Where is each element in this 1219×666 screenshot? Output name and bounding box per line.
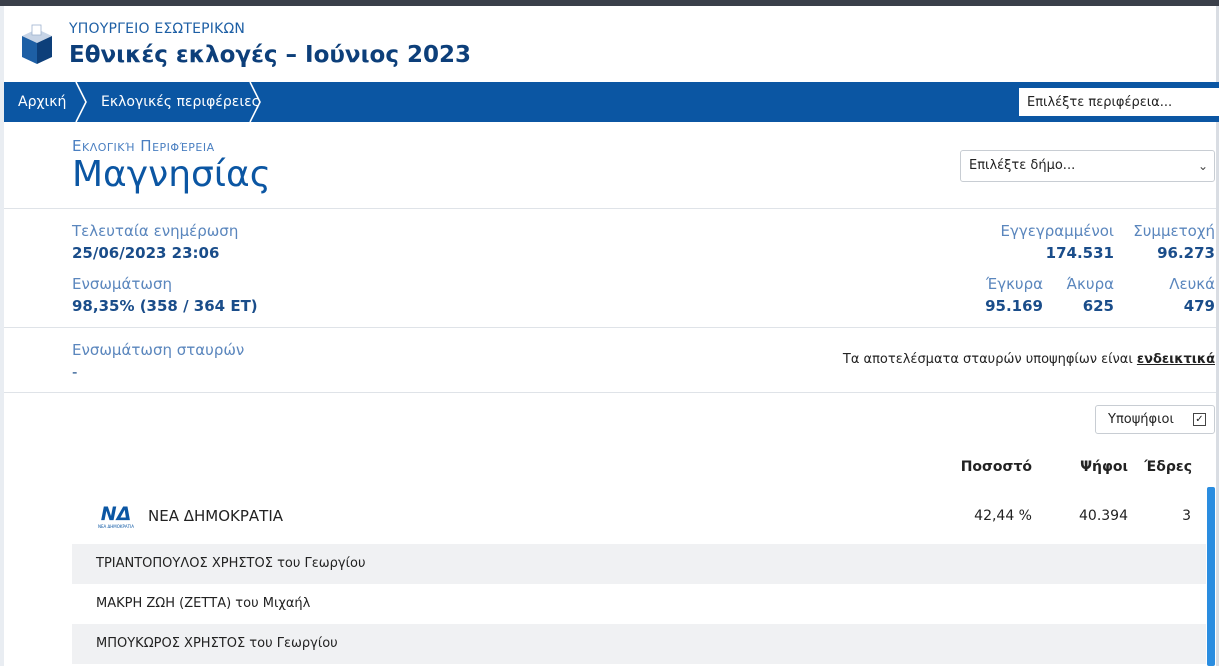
breadcrumb-regions[interactable]: Εκλογικές περιφέρειες	[101, 82, 260, 122]
divider	[4, 392, 1216, 393]
party-percent: 42,44 %	[974, 508, 1032, 524]
preferences-disclaimer: Τα αποτελέσματα σταυρών υποψηφίων είναι …	[843, 352, 1215, 367]
integration-value: 98,35% (358 / 364 ΕΤ)	[72, 297, 258, 315]
candidate-row[interactable]: ΜΠΟΥΚΩΡΟΣ ΧΡΗΣΤΟΣ του Γεωργίου	[72, 624, 1206, 664]
registered-value: 174.531	[1045, 244, 1114, 262]
site-header: ΥΠΟΥΡΓΕΙΟ ΕΣΩΤΕΡΙΚΩΝ Εθνικές εκλογές – Ι…	[4, 6, 1216, 82]
party-logo-text: ΝΔ	[101, 503, 132, 525]
party-logo-subtext: ΝΕΑ ΔΗΜΟΚΡΑΤΙΑ	[98, 524, 134, 529]
candidates-toggle-label: Υποψήφιοι	[1108, 412, 1174, 427]
breadcrumb-home[interactable]: Αρχική	[18, 82, 66, 122]
ballot-box-icon[interactable]	[20, 24, 54, 66]
integration-label: Ενσωμάτωση	[72, 275, 172, 293]
party-row[interactable]: ΝΔ ΝΕΑ ΔΗΜΟΚΡΑΤΙΑ ΝΕΑ ΔΗΜΟΚΡΑΤΙΑ 42,44 %…	[72, 493, 1206, 543]
preferences-value: -	[72, 363, 78, 381]
registered-label: Εγγεγραμμένοι	[1000, 222, 1114, 240]
candidates-toggle[interactable]: Υποψήφιοι ✓	[1095, 405, 1215, 434]
valid-label: Έγκυρα	[986, 275, 1043, 293]
scrollbar[interactable]	[1207, 487, 1215, 666]
last-update-label: Τελευταία ενημέρωση	[72, 222, 239, 240]
chevron-down-icon: ⌄	[1197, 159, 1208, 173]
party-seats: 3	[1182, 508, 1191, 524]
region-type-label: Εκλογική Περιφέρεια	[72, 137, 215, 155]
invalid-label: Άκυρα	[1066, 275, 1114, 293]
divider	[4, 327, 1216, 328]
municipality-select-value: Επιλέξτε δήμο...	[969, 158, 1076, 173]
party-name: ΝΕΑ ΔΗΜΟΚΡΑΤΙΑ	[148, 507, 284, 525]
preferences-label: Ενσωμάτωση σταυρών	[72, 341, 245, 359]
candidate-row[interactable]: ΜΑΚΡΗ ΖΩΗ (ΖΕΤΤΑ) του Μιχαήλ	[72, 584, 1206, 624]
page-title[interactable]: Εθνικές εκλογές – Ιούνιος 2023	[69, 42, 471, 68]
breadcrumb-bar: Αρχική Εκλογικές περιφέρειες	[4, 82, 1219, 122]
blank-value: 479	[1183, 297, 1215, 315]
column-header-percent: Ποσοστό	[960, 459, 1032, 475]
blank-label: Λευκά	[1169, 275, 1215, 293]
checkbox-checked-icon[interactable]: ✓	[1193, 413, 1206, 426]
last-update-value: 25/06/2023 23:06	[72, 244, 220, 262]
indicative-link[interactable]: ενδεικτικά	[1137, 352, 1215, 367]
region-search-input[interactable]	[1019, 88, 1219, 116]
municipality-select[interactable]: Επιλέξτε δήμο... ⌄	[960, 150, 1215, 182]
breadcrumb-chevron-icon	[249, 82, 261, 122]
valid-value: 95.169	[985, 297, 1043, 315]
turnout-label: Συμμετοχή	[1133, 222, 1215, 240]
region-name: Μαγνησίας	[72, 154, 271, 195]
breadcrumb-chevron-icon	[75, 82, 87, 122]
column-header-seats: Έδρες	[1144, 459, 1192, 475]
disclaimer-text: Τα αποτελέσματα σταυρών υποψηφίων είναι	[842, 352, 1137, 367]
party-logo: ΝΔ ΝΕΑ ΔΗΜΟΚΡΑΤΙΑ	[98, 503, 134, 529]
candidate-row[interactable]: ΤΡΙΑΝΤΟΠΟΥΛΟΣ ΧΡΗΣΤΟΣ του Γεωργίου	[72, 544, 1206, 584]
divider	[4, 208, 1216, 209]
column-header-votes: Ψήφοι	[1080, 459, 1128, 475]
ministry-name: ΥΠΟΥΡΓΕΙΟ ΕΣΩΤΕΡΙΚΩΝ	[69, 21, 246, 37]
invalid-value: 625	[1082, 297, 1114, 315]
turnout-value: 96.273	[1157, 244, 1215, 262]
party-votes: 40.394	[1079, 508, 1128, 524]
